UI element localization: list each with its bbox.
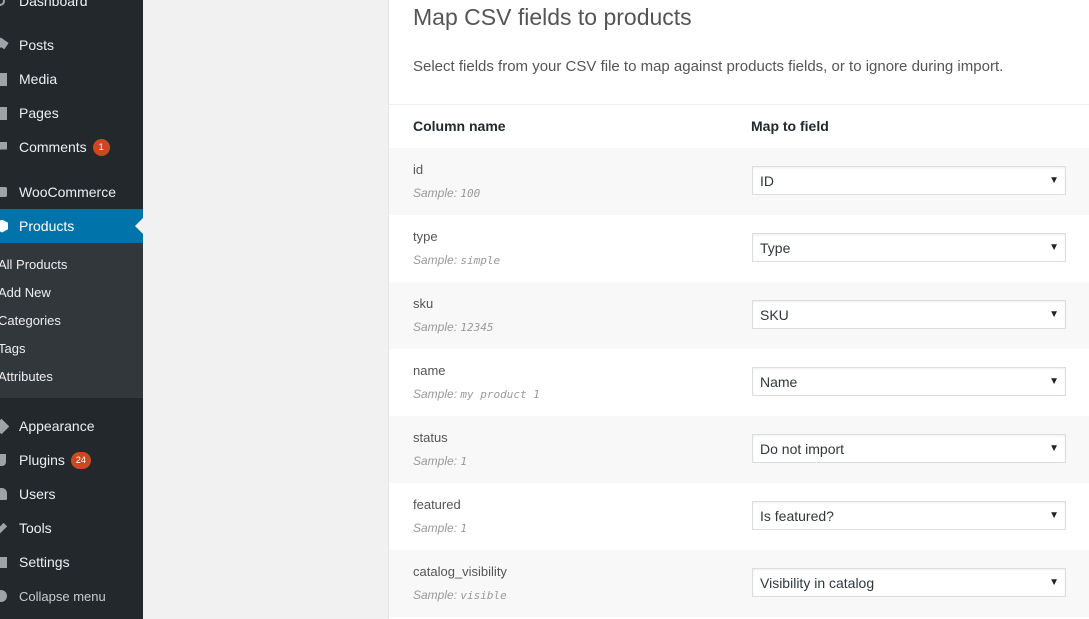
csv-column-sample: Sample: 1 xyxy=(413,521,467,535)
csv-column-name: status xyxy=(413,430,448,445)
menu-plugins[interactable]: Plugins 24 xyxy=(0,443,143,477)
csv-column-sample: Sample: simple xyxy=(413,253,501,267)
menu-products[interactable]: Products xyxy=(0,209,143,243)
submenu-all-products[interactable]: All Products xyxy=(0,250,67,278)
dropdown-arrow-icon: ▼ xyxy=(1049,510,1059,521)
divider xyxy=(389,104,1089,105)
submenu-categories[interactable]: Categories xyxy=(0,306,61,334)
pages-icon xyxy=(0,96,19,130)
menu-woocommerce[interactable]: WooCommerce xyxy=(0,175,143,209)
page-description: Select fields from your CSV file to map … xyxy=(413,58,1004,75)
map-field-select[interactable]: SKU ▼ xyxy=(752,300,1066,329)
menu-comments[interactable]: Comments 1 xyxy=(0,130,143,164)
dropdown-arrow-icon: ▼ xyxy=(1049,242,1059,253)
table-row: type Sample: simple Type ▼ xyxy=(389,215,1089,282)
woocommerce-icon xyxy=(0,175,19,209)
submenu-tags[interactable]: Tags xyxy=(0,334,25,362)
table-row: status Sample: 1 Do not import ▼ xyxy=(389,416,1089,483)
map-field-select[interactable]: Visibility in catalog ▼ xyxy=(752,568,1066,597)
page-title: Map CSV fields to products xyxy=(413,4,692,30)
table-row: catalog_visibility Sample: visible Visib… xyxy=(389,550,1089,617)
csv-column-name: featured xyxy=(413,497,461,512)
dropdown-arrow-icon: ▼ xyxy=(1049,309,1059,320)
plug-icon xyxy=(0,443,19,477)
dropdown-arrow-icon: ▼ xyxy=(1049,443,1059,454)
csv-column-name: name xyxy=(413,363,446,378)
csv-column-sample: Sample: 1 xyxy=(413,454,467,468)
table-row: featured Sample: 1 Is featured? ▼ xyxy=(389,483,1089,550)
wrench-icon xyxy=(0,511,19,545)
menu-tools[interactable]: Tools xyxy=(0,511,143,545)
csv-column-sample: Sample: 100 xyxy=(413,186,481,200)
comment-icon xyxy=(0,130,19,164)
csv-column-name: sku xyxy=(413,296,434,311)
users-icon xyxy=(0,477,19,511)
csv-column-name: id xyxy=(413,162,424,177)
dropdown-arrow-icon: ▼ xyxy=(1049,376,1059,387)
admin-sidebar: Dashboard Posts Media Pages Comments 1 W… xyxy=(0,0,143,619)
table-row: id Sample: 100 ID ▼ xyxy=(389,148,1089,215)
brush-icon xyxy=(0,409,19,443)
csv-column-sample: Sample: my product 1 xyxy=(413,387,540,401)
menu-pages[interactable]: Pages xyxy=(0,96,143,130)
map-field-select[interactable]: Do not import ▼ xyxy=(752,434,1066,463)
comments-count-badge: 1 xyxy=(92,138,110,156)
table-row: sku Sample: 12345 SKU ▼ xyxy=(389,282,1089,349)
menu-dashboard[interactable]: Dashboard xyxy=(0,0,143,18)
products-submenu: All Products Add New Categories Tags Att… xyxy=(0,243,143,398)
submenu-add-new[interactable]: Add New xyxy=(0,278,51,306)
map-field-select[interactable]: Name ▼ xyxy=(752,367,1066,396)
column-name-header: Column name xyxy=(413,118,506,134)
menu-users[interactable]: Users xyxy=(0,477,143,511)
submenu-attributes[interactable]: Attributes xyxy=(0,362,53,390)
dropdown-arrow-icon: ▼ xyxy=(1049,577,1059,588)
settings-icon xyxy=(0,545,19,579)
csv-column-name: type xyxy=(413,229,438,244)
dashboard-icon xyxy=(0,0,19,18)
menu-settings[interactable]: Settings xyxy=(0,545,143,579)
collapse-menu-button[interactable]: Collapse menu xyxy=(0,579,143,613)
menu-appearance[interactable]: Appearance xyxy=(0,409,143,443)
collapse-arrow-icon xyxy=(0,579,19,613)
csv-column-sample: Sample: visible xyxy=(413,588,507,602)
csv-mapping-panel: Map CSV fields to products Select fields… xyxy=(388,0,1089,619)
pin-icon xyxy=(0,28,19,62)
menu-posts[interactable]: Posts xyxy=(0,28,143,62)
media-icon xyxy=(0,62,19,96)
map-to-field-header: Map to field xyxy=(751,118,829,134)
map-field-select[interactable]: Type ▼ xyxy=(752,233,1066,262)
csv-column-name: catalog_visibility xyxy=(413,564,507,579)
dropdown-arrow-icon: ▼ xyxy=(1049,175,1059,186)
plugins-count-badge: 24 xyxy=(70,451,91,469)
map-field-select[interactable]: ID ▼ xyxy=(752,166,1066,195)
products-icon xyxy=(0,209,19,243)
csv-column-sample: Sample: 12345 xyxy=(413,320,494,334)
menu-media[interactable]: Media xyxy=(0,62,143,96)
table-row: name Sample: my product 1 Name ▼ xyxy=(389,349,1089,416)
map-field-select[interactable]: Is featured? ▼ xyxy=(752,501,1066,530)
